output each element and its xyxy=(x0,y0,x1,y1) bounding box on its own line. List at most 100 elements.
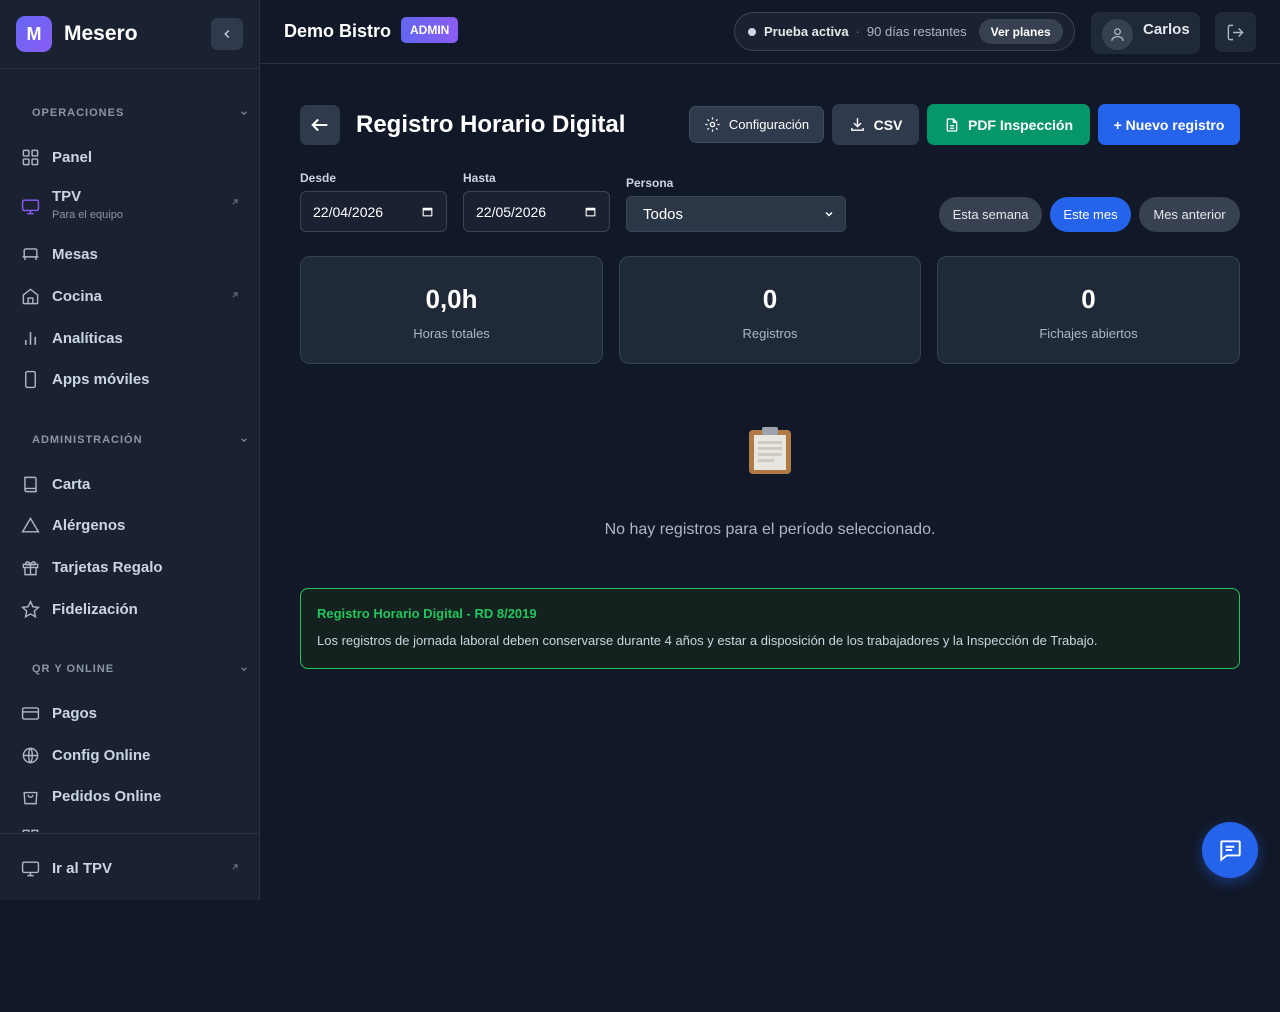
new-record-button[interactable]: + Nuevo registro xyxy=(1098,104,1240,145)
shopping-bag-icon xyxy=(20,786,40,806)
clipboard-icon xyxy=(749,427,791,474)
sidebar-item-label: TPV xyxy=(52,188,82,205)
bar-chart-icon xyxy=(20,328,40,348)
gear-icon xyxy=(705,117,720,132)
sidebar-item-label: Analíticas xyxy=(52,329,123,347)
trial-status: Prueba activa · 90 días restantes Ver pl… xyxy=(734,12,1075,51)
to-date-value: 22/05/2026 xyxy=(476,203,547,220)
trial-days-left: 90 días restantes xyxy=(866,24,967,39)
sidebar-item-partial[interactable] xyxy=(20,827,244,832)
configuration-label: Configuración xyxy=(728,117,810,132)
view-plans-button[interactable]: Ver planes xyxy=(978,19,1063,44)
section-header-operaciones[interactable]: OPERACIONES xyxy=(32,107,249,119)
star-icon xyxy=(20,599,40,619)
credit-card-icon xyxy=(20,703,40,723)
section-header-qr-online[interactable]: QR Y ONLINE xyxy=(32,663,249,675)
sidebar-item-label: Alérgenos xyxy=(52,516,126,534)
separator: · xyxy=(855,24,860,39)
calendar-icon[interactable] xyxy=(421,205,434,218)
configuration-button[interactable]: Configuración xyxy=(689,106,824,143)
external-link-icon xyxy=(230,287,240,305)
sidebar-item-label: Fidelización xyxy=(52,600,138,618)
phone-icon xyxy=(20,369,40,389)
person-select[interactable]: Todos xyxy=(626,196,846,232)
organization-name: Demo Bistro xyxy=(284,21,392,41)
stat-caption: Registros xyxy=(742,326,798,341)
sidebar-item-apps-moviles[interactable]: Apps móviles xyxy=(20,369,244,389)
calendar-icon[interactable] xyxy=(584,205,597,218)
back-button[interactable] xyxy=(300,105,340,145)
user-icon xyxy=(1111,28,1124,41)
person-label: Persona xyxy=(626,176,674,190)
chevron-left-icon xyxy=(224,29,230,39)
sidebar-item-fidelizacion[interactable]: Fidelización xyxy=(20,599,244,619)
logo: M xyxy=(16,16,52,52)
sidebar-item-tarjetas-regalo[interactable]: Tarjetas Regalo xyxy=(20,557,244,577)
range-this-week[interactable]: Esta semana xyxy=(939,197,1042,232)
chevron-down-icon xyxy=(241,111,247,115)
from-date-input[interactable]: 22/04/2026 xyxy=(300,191,447,232)
range-this-month[interactable]: Este mes xyxy=(1050,197,1131,232)
user-name: Carlos xyxy=(1143,21,1190,38)
table-icon xyxy=(20,244,40,264)
notice-title: Registro Horario Digital - RD 8/2019 xyxy=(317,606,537,621)
stat-caption: Horas totales xyxy=(413,326,490,341)
sidebar-item-analiticas[interactable]: Analíticas xyxy=(20,328,244,348)
range-last-month[interactable]: Mes anterior xyxy=(1139,197,1240,232)
csv-export-button[interactable]: CSV xyxy=(832,104,919,145)
stat-value: 0 xyxy=(762,284,778,314)
sidebar-item-label: Config Online xyxy=(52,746,151,764)
sidebar-item-panel[interactable]: Panel xyxy=(20,147,244,167)
sidebar-item-alergenos[interactable]: Alérgenos xyxy=(20,515,244,535)
legal-notice: Registro Horario Digital - RD 8/2019 Los… xyxy=(300,588,1240,669)
sidebar-item-label: Panel xyxy=(52,148,93,166)
globe-icon xyxy=(20,745,40,765)
book-icon xyxy=(20,474,40,494)
sidebar-item-mesas[interactable]: Mesas xyxy=(20,244,244,264)
notice-body: Los registros de jornada laboral deben c… xyxy=(317,633,1098,648)
stat-caption: Fichajes abiertos xyxy=(1039,326,1138,341)
from-date-value: 22/04/2026 xyxy=(313,203,384,220)
to-date-input[interactable]: 22/05/2026 xyxy=(463,191,610,232)
logout-button[interactable] xyxy=(1215,12,1256,52)
page-title: Registro Horario Digital xyxy=(356,111,626,138)
sidebar-item-config-online[interactable]: Config Online xyxy=(20,745,244,765)
monitor-icon xyxy=(20,196,40,216)
grid-icon xyxy=(20,147,40,167)
sidebar-item-tpv[interactable]: TPV Para el equipo xyxy=(20,188,244,221)
brand-name: Mesero xyxy=(64,22,138,45)
external-link-icon xyxy=(230,194,240,212)
go-to-tpv-link[interactable]: Ir al TPV xyxy=(20,858,244,878)
user-menu[interactable]: Carlos xyxy=(1091,12,1200,54)
collapse-sidebar-button[interactable] xyxy=(211,18,243,50)
section-title: OPERACIONES xyxy=(32,107,125,119)
sidebar-item-pagos[interactable]: Pagos xyxy=(20,703,244,723)
sidebar-footer: Ir al TPV xyxy=(0,833,259,900)
download-icon xyxy=(850,118,864,131)
gift-icon xyxy=(20,557,40,577)
sidebar-item-cocina[interactable]: Cocina xyxy=(20,286,244,306)
home-icon xyxy=(20,286,40,306)
person-select-value: Todos xyxy=(643,205,684,223)
chevron-down-icon xyxy=(241,667,247,671)
avatar xyxy=(1102,19,1133,50)
sidebar-item-label: Pagos xyxy=(52,704,98,722)
section-title: QR Y ONLINE xyxy=(32,663,115,675)
sidebar-item-label: Carta xyxy=(52,475,91,493)
section-header-administracion[interactable]: ADMINISTRACIÓN xyxy=(32,434,249,446)
grid-icon xyxy=(20,827,40,832)
pdf-inspection-button[interactable]: PDF Inspección xyxy=(927,104,1090,145)
empty-state-message: No hay registros para el período selecci… xyxy=(604,521,936,538)
chat-button[interactable] xyxy=(1202,822,1258,878)
chat-icon xyxy=(1220,840,1241,862)
sidebar-item-label-group: TPV Para el equipo xyxy=(52,188,123,221)
sidebar-item-label: Pedidos Online xyxy=(52,787,162,805)
sidebar-item-label: Tarjetas Regalo xyxy=(52,558,163,576)
warning-icon xyxy=(20,515,40,535)
sidebar-item-label: Mesas xyxy=(52,245,98,263)
status-dot xyxy=(748,27,756,36)
sidebar-item-label: Cocina xyxy=(52,287,103,305)
sidebar-item-carta[interactable]: Carta xyxy=(20,474,244,494)
sidebar-item-pedidos-online[interactable]: Pedidos Online xyxy=(20,786,244,806)
sidebar: M Mesero OPERACIONES Panel TPV Para el e… xyxy=(0,0,260,900)
